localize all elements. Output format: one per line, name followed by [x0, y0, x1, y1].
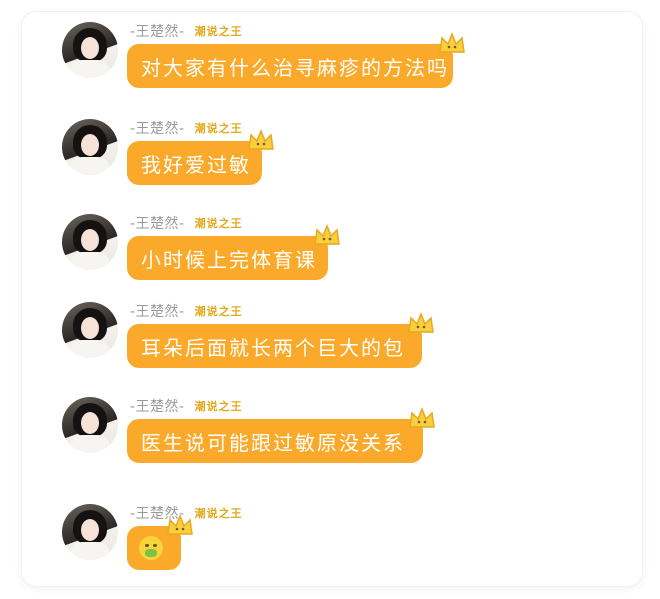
sender-row: -王楚然- 潮说之王	[130, 397, 243, 415]
title-badge: 潮说之王	[194, 305, 243, 318]
message-bubble[interactable]: 对大家有什么治寻麻疹的方法吗	[127, 31, 465, 88]
message-bubble[interactable]: 医生说可能跟过敏原没关系	[127, 406, 435, 463]
crown-icon	[439, 31, 465, 53]
avatar[interactable]	[62, 504, 118, 560]
title-badge: 潮说之王	[194, 507, 243, 520]
chat-panel: -王楚然- 潮说之王 对大家有什么治寻麻疹的方法吗 -王楚然- 潮说之王 我好爱…	[22, 12, 642, 586]
sender-name[interactable]: -王楚然-	[130, 396, 185, 416]
message-bubble[interactable]: 小时候上完体育课	[127, 223, 340, 280]
sender-row: -王楚然- 潮说之王	[130, 22, 243, 40]
crown-icon	[408, 311, 434, 333]
title-badge: 潮说之王	[194, 25, 243, 38]
crown-icon	[248, 128, 274, 150]
sender-name[interactable]: -王楚然-	[130, 213, 185, 233]
title-badge: 潮说之王	[194, 400, 243, 413]
message-bubble[interactable]: 耳朵后面就长两个巨大的包	[127, 311, 434, 368]
title-badge: 潮说之王	[194, 217, 243, 230]
sender-name[interactable]: -王楚然-	[130, 301, 185, 321]
sender-row: -王楚然- 潮说之王	[130, 214, 243, 232]
message-text: 小时候上完体育课	[141, 247, 317, 272]
sender-row: -王楚然- 潮说之王	[130, 302, 243, 320]
avatar[interactable]	[62, 22, 118, 78]
sender-name[interactable]: -王楚然-	[130, 21, 185, 41]
avatar[interactable]	[62, 397, 118, 453]
message-text: 耳朵后面就长两个巨大的包	[141, 335, 405, 360]
message-text: 我好爱过敏	[141, 152, 251, 177]
sender-name[interactable]: -王楚然-	[130, 118, 185, 138]
nauseated-face-icon	[139, 536, 163, 560]
crown-icon	[167, 513, 193, 535]
crown-icon	[314, 223, 340, 245]
crown-icon	[409, 406, 435, 428]
avatar[interactable]	[62, 214, 118, 270]
avatar[interactable]	[62, 302, 118, 358]
avatar[interactable]	[62, 119, 118, 175]
title-badge: 潮说之王	[194, 122, 243, 135]
message-bubble[interactable]: 我好爱过敏	[127, 128, 274, 185]
message-text: 对大家有什么治寻麻疹的方法吗	[141, 55, 449, 80]
message-bubble[interactable]	[127, 513, 193, 570]
sender-row: -王楚然- 潮说之王	[130, 119, 243, 137]
message-text: 医生说可能跟过敏原没关系	[141, 430, 405, 455]
